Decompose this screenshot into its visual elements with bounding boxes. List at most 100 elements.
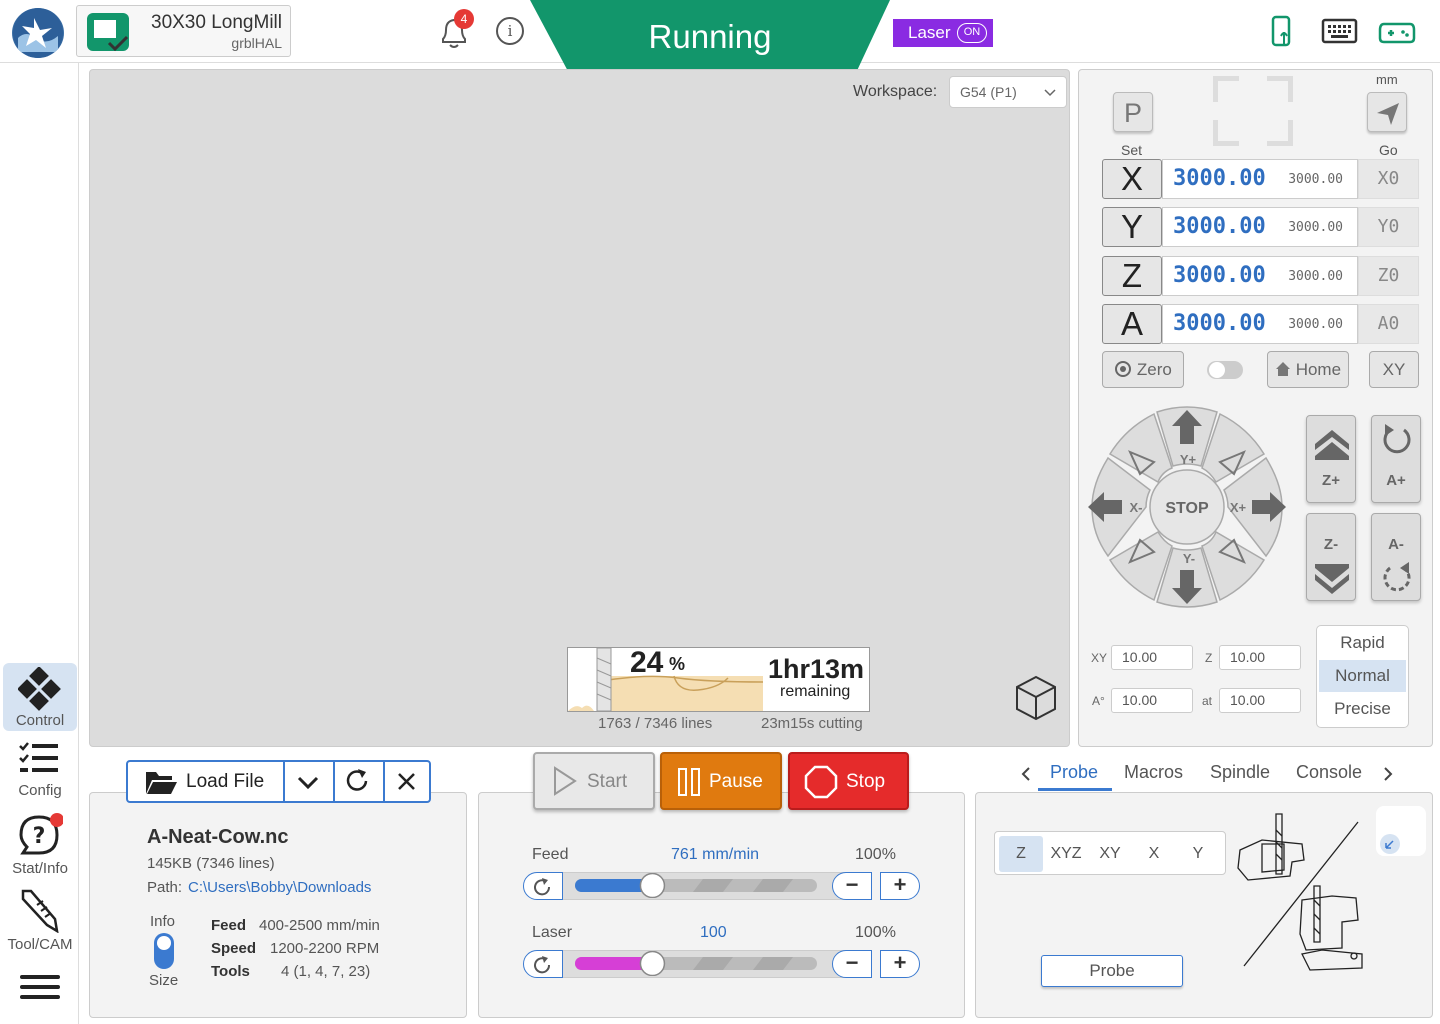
axis-position[interactable]: 3000.00 3000.00	[1162, 256, 1358, 296]
axis-letter[interactable]: Y	[1102, 207, 1162, 247]
workspace-select[interactable]: G54 (P1)	[949, 76, 1067, 108]
target-icon	[1115, 361, 1132, 377]
start-button[interactable]: Start	[533, 752, 655, 810]
tabs-prev-icon[interactable]	[1016, 764, 1036, 784]
file-size: 145KB (7346 lines)	[147, 855, 275, 872]
stop-button[interactable]: Stop	[788, 752, 909, 810]
work-position: 3000.00	[1173, 214, 1266, 239]
stop-label: Stop	[846, 771, 886, 792]
zero-axis-button[interactable]: Z0	[1358, 256, 1419, 296]
set-position-button[interactable]: P	[1113, 92, 1153, 132]
pause-button[interactable]: Pause	[660, 752, 782, 810]
tab-probe[interactable]: Probe	[1050, 762, 1098, 783]
speed-option-rapid[interactable]: Rapid	[1319, 627, 1406, 659]
jog-x-plus-label: X+	[1230, 500, 1247, 515]
tab-macros[interactable]: Macros	[1124, 762, 1183, 783]
probe-axis-z[interactable]: Z	[999, 836, 1043, 872]
jog-wheel[interactable]: STOP Y+ Y- X+ X-	[1086, 406, 1288, 608]
close-file-button[interactable]	[384, 762, 429, 801]
axis-position[interactable]: 3000.00 3000.00	[1162, 304, 1358, 344]
refresh-icon	[346, 769, 368, 791]
mobile-remote-icon[interactable]	[1264, 14, 1304, 50]
sidebar-item-label: Config	[18, 782, 62, 799]
file-path-link[interactable]: C:\Users\Bobby\Downloads	[188, 879, 371, 896]
sidebar-item-tool-cam[interactable]: Tool/CAM	[3, 887, 77, 955]
lines-progress: 1763 / 7346 lines	[598, 715, 713, 732]
feed-decrease-button[interactable]: −	[832, 872, 872, 900]
override-panel	[478, 792, 965, 1018]
gamepad-icon[interactable]	[1378, 14, 1418, 50]
stat-value: 4 (1, 4, 7, 23)	[281, 963, 371, 980]
keyboard-icon[interactable]	[1320, 14, 1360, 50]
axis-position[interactable]: 3000.00 3000.00	[1162, 207, 1358, 247]
tab-spindle[interactable]: Spindle	[1210, 762, 1270, 783]
tabs-next-icon[interactable]	[1378, 764, 1398, 784]
feed-override-slider[interactable]	[563, 872, 863, 900]
jog-a-step-input[interactable]: 10.00	[1111, 688, 1193, 713]
work-position: 3000.00	[1173, 263, 1266, 288]
laser-override-slider[interactable]	[563, 950, 863, 978]
folder-open-icon	[146, 772, 177, 794]
frame-corners-icon[interactable]	[1213, 76, 1293, 146]
sidebar-item-config[interactable]: Config	[3, 733, 77, 801]
jog-z-step-label: Z	[1205, 651, 1213, 665]
speed-option-precise[interactable]: Precise	[1319, 693, 1406, 725]
probe-axis-xyz[interactable]: XYZ	[1045, 836, 1087, 872]
feed-increase-button[interactable]: +	[880, 872, 920, 900]
laser-override-percent: 100%	[855, 924, 896, 941]
machine-name: 30X30 LongMill	[151, 12, 282, 33]
jog-a-minus-button[interactable]: A-	[1371, 513, 1421, 601]
machine-selector[interactable]: 30X30 LongMill grblHAL	[76, 5, 291, 57]
home-button[interactable]: Home	[1267, 351, 1349, 388]
feed-reset-button[interactable]	[523, 872, 563, 900]
zero-all-button[interactable]: Zero	[1102, 351, 1184, 388]
probe-axis-xy[interactable]: XY	[1089, 836, 1131, 872]
jog-z-plus-button[interactable]: Z+	[1306, 415, 1356, 503]
sidebar	[0, 63, 79, 1024]
recent-files-dropdown[interactable]	[284, 762, 332, 801]
axis-letter[interactable]: X	[1102, 159, 1162, 199]
probe-axis-y[interactable]: Y	[1177, 836, 1219, 872]
zero-axis-button[interactable]: Y0	[1358, 207, 1419, 247]
axis-letter[interactable]: A	[1102, 304, 1162, 344]
info-icon[interactable]: i	[496, 17, 524, 45]
laser-state: ON	[957, 23, 987, 43]
axis-row-z: Z 3000.00 3000.00 Z0	[1102, 256, 1419, 296]
jog-feed-input[interactable]: 10.00	[1219, 688, 1301, 713]
send-icon	[1377, 103, 1399, 125]
jog-z-minus-label: Z-	[1323, 536, 1339, 553]
machine-position: 3000.00	[1288, 317, 1343, 332]
zero-axis-button[interactable]: A0	[1358, 304, 1419, 344]
reload-file-button[interactable]	[334, 762, 382, 801]
laser-decrease-button[interactable]: −	[832, 950, 872, 978]
view-cube-icon[interactable]	[1013, 674, 1059, 722]
speed-option-normal[interactable]: Normal	[1319, 660, 1406, 692]
visualizer-canvas[interactable]	[89, 69, 1070, 747]
sidebar-item-stat-info[interactable]: ? Stat/Info	[3, 811, 77, 879]
goto-xy-button[interactable]: XY	[1369, 351, 1419, 388]
jog-z-step-input[interactable]: 10.00	[1219, 645, 1301, 670]
jog-xy-step-input[interactable]: 10.00	[1111, 645, 1193, 670]
stat-value: 400-2500 mm/min	[259, 917, 380, 934]
probe-axis-x[interactable]: X	[1133, 836, 1175, 872]
zero-axis-button[interactable]: X0	[1358, 159, 1419, 199]
collapse-panel-button[interactable]	[1376, 806, 1426, 856]
rotate-cw-icon	[1383, 424, 1411, 454]
laser-increase-button[interactable]: +	[880, 950, 920, 978]
sidebar-item-control[interactable]: Control	[3, 663, 77, 731]
jog-z-minus-button[interactable]: Z-	[1306, 513, 1356, 601]
toggle-knob	[1209, 362, 1225, 378]
go-button[interactable]	[1367, 92, 1407, 132]
jog-a-step-label: A°	[1092, 694, 1105, 708]
jog-a-plus-button[interactable]: A+	[1371, 415, 1421, 503]
remaining-time: 1hr13m	[768, 654, 865, 684]
menu-icon[interactable]	[20, 972, 60, 1002]
probe-button[interactable]: Probe	[1041, 955, 1183, 987]
tab-console[interactable]: Console	[1296, 762, 1362, 783]
cutting-time: 23m15s cutting	[761, 715, 863, 732]
axis-position[interactable]: 3000.00 3000.00	[1162, 159, 1358, 199]
start-label: Start	[587, 771, 628, 792]
sidebar-item-label: Control	[15, 712, 65, 729]
axis-letter[interactable]: Z	[1102, 256, 1162, 296]
laser-reset-button[interactable]	[523, 950, 563, 978]
